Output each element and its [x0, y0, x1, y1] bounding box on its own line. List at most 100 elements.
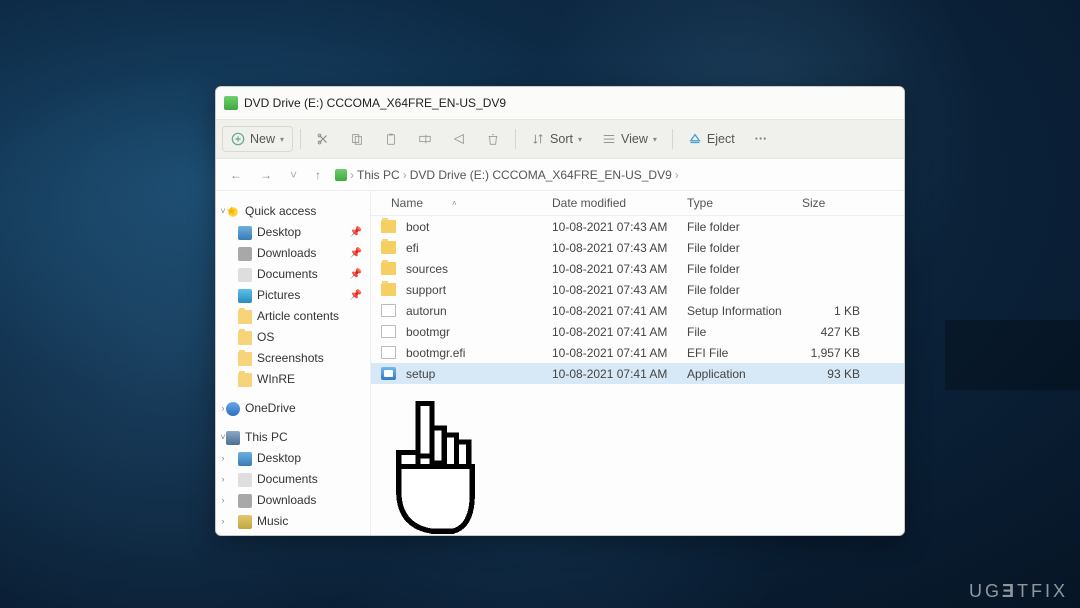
plus-circle-icon: [231, 132, 245, 146]
toolbar: New ▾ Sort ▾ View ▾ Eject ···: [216, 119, 904, 159]
star-icon: [226, 205, 240, 219]
sidebar-item[interactable]: Desktop📌: [216, 222, 370, 243]
sidebar-quick-label: Quick access: [245, 203, 316, 220]
pin-icon: 📌: [350, 266, 362, 283]
view-button[interactable]: View ▾: [594, 127, 665, 151]
sort-button[interactable]: Sort ▾: [523, 127, 590, 151]
file-type: File: [681, 325, 796, 339]
table-row[interactable]: bootmgr.efi10-08-2021 07:41 AMEFI File1,…: [371, 342, 904, 363]
sidebar-item-label: Pictures: [257, 287, 300, 304]
pc-icon: [226, 431, 240, 445]
cut-icon: [316, 132, 330, 146]
column-headers: Name˄ Date modified Type Size: [371, 191, 904, 216]
eject-button[interactable]: Eject: [680, 127, 743, 151]
app-icon: [381, 367, 396, 380]
trash-icon: [486, 132, 500, 146]
forward-button[interactable]: →: [256, 166, 276, 184]
sidebar-item-label: Downloads: [257, 245, 316, 262]
sidebar-item[interactable]: Article contents: [216, 306, 370, 327]
titlebar[interactable]: DVD Drive (E:) CCCOMA_X64FRE_EN-US_DV9: [216, 87, 904, 119]
table-row[interactable]: autorun10-08-2021 07:41 AMSetup Informat…: [371, 300, 904, 321]
breadcrumb-drive[interactable]: DVD Drive (E:) CCCOMA_X64FRE_EN-US_DV9: [410, 168, 672, 182]
pin-icon: 📌: [350, 224, 362, 241]
file-name: bootmgr: [406, 325, 450, 339]
file-type: Setup Information: [681, 304, 796, 318]
file-date: 10-08-2021 07:41 AM: [546, 325, 681, 339]
file-date: 10-08-2021 07:41 AM: [546, 346, 681, 360]
chevron-down-icon: ▾: [578, 135, 582, 144]
column-type[interactable]: Type: [681, 196, 796, 210]
folder-icon: [381, 220, 396, 233]
back-button[interactable]: ←: [226, 166, 246, 184]
column-date[interactable]: Date modified: [546, 196, 681, 210]
table-row[interactable]: bootmgr 10-08-2021 07:41 AMFile427 KB: [371, 321, 904, 342]
share-button[interactable]: [444, 127, 474, 151]
file-name: boot: [406, 220, 429, 234]
more-button[interactable]: ···: [747, 127, 776, 151]
copy-button[interactable]: [342, 127, 372, 151]
sidebar-onedrive[interactable]: › OneDrive: [216, 398, 370, 419]
sidebar-item[interactable]: Documents📌: [216, 264, 370, 285]
file-size: 427 KB: [796, 325, 866, 339]
file-rows: boot10-08-2021 07:43 AMFile folderefi10-…: [371, 216, 904, 535]
sidebar-item[interactable]: ›Pictures: [216, 532, 370, 535]
sidebar-item[interactable]: › Music: [216, 511, 370, 532]
table-row[interactable]: support10-08-2021 07:43 AMFile folder: [371, 279, 904, 300]
sidebar-item[interactable]: OS: [216, 327, 370, 348]
new-label: New: [250, 132, 275, 146]
up-button[interactable]: ↑: [311, 166, 325, 184]
recent-locations-button[interactable]: ˅: [286, 166, 301, 184]
column-name[interactable]: Name˄: [371, 196, 546, 210]
breadcrumb[interactable]: › This PC › DVD Drive (E:) CCCOMA_X64FRE…: [335, 168, 679, 182]
sidebar-item[interactable]: Pictures📌: [216, 285, 370, 306]
breadcrumb-thispc[interactable]: This PC: [357, 168, 400, 182]
sidebar-item-label: Music: [257, 513, 288, 530]
cut-button[interactable]: [308, 127, 338, 151]
sidebar-item[interactable]: WInRE: [216, 369, 370, 390]
sidebar-item-label: WInRE: [257, 371, 295, 388]
folder-icon: [238, 352, 252, 366]
file-name: support: [406, 283, 446, 297]
table-row[interactable]: efi 10-08-2021 07:43 AMFile folder: [371, 237, 904, 258]
delete-button[interactable]: [478, 127, 508, 151]
sidebar-item[interactable]: ›Downloads: [216, 490, 370, 511]
view-label: View: [621, 132, 648, 146]
view-icon: [602, 132, 616, 146]
separator: [672, 129, 673, 149]
sidebar-item-label: Desktop: [257, 450, 301, 467]
rename-icon: [418, 132, 432, 146]
chevron-down-icon: ▾: [653, 135, 657, 144]
sidebar-item[interactable]: ›Documents: [216, 469, 370, 490]
new-button[interactable]: New ▾: [222, 126, 293, 152]
folder-icon: [238, 373, 252, 387]
folder-icon: [381, 283, 396, 296]
file-date: 10-08-2021 07:43 AM: [546, 283, 681, 297]
file-size: 1,957 KB: [796, 346, 866, 360]
file-name: sources: [406, 262, 448, 276]
rename-button[interactable]: [410, 127, 440, 151]
folder-icon: [238, 226, 252, 240]
chevron-down-icon: ▾: [280, 135, 284, 144]
sidebar-item-label: Article contents: [257, 308, 339, 325]
table-row[interactable]: sources10-08-2021 07:43 AMFile folder: [371, 258, 904, 279]
sidebar-item-label: Screenshots: [257, 350, 324, 367]
table-row[interactable]: setup10-08-2021 07:41 AMApplication93 KB: [371, 363, 904, 384]
file-date: 10-08-2021 07:43 AM: [546, 241, 681, 255]
sidebar: ˅ Quick access Desktop📌Downloads📌Documen…: [216, 191, 371, 535]
pin-icon: 📌: [350, 245, 362, 262]
sidebar-item[interactable]: Downloads 📌: [216, 243, 370, 264]
sidebar-thispc[interactable]: ˅ This PC: [216, 427, 370, 448]
column-size[interactable]: Size: [796, 196, 866, 210]
sidebar-item[interactable]: Screenshots: [216, 348, 370, 369]
chevron-right-icon: ›: [218, 513, 228, 530]
file-type: File folder: [681, 241, 796, 255]
sidebar-quick-access[interactable]: ˅ Quick access: [216, 201, 370, 222]
file-name: efi: [406, 241, 419, 255]
eject-icon: [688, 132, 702, 146]
table-row[interactable]: boot10-08-2021 07:43 AMFile folder: [371, 216, 904, 237]
file-date: 10-08-2021 07:43 AM: [546, 262, 681, 276]
chevron-right-icon: ›: [218, 471, 228, 488]
folder-icon: [238, 268, 252, 282]
sidebar-item[interactable]: ›Desktop: [216, 448, 370, 469]
paste-button[interactable]: [376, 127, 406, 151]
